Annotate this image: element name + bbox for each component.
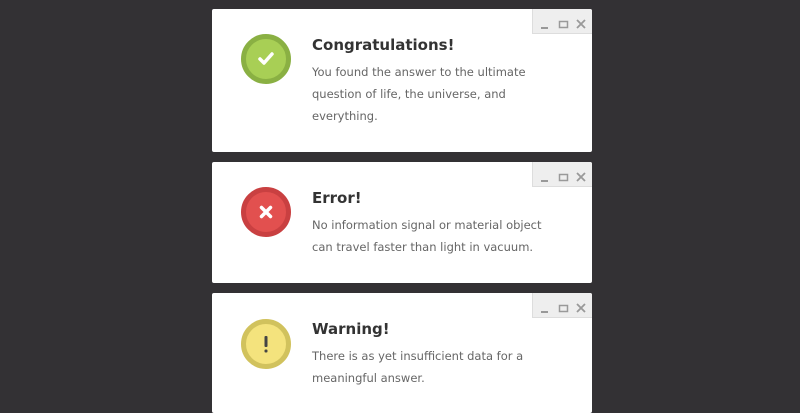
dialog-title: Warning! xyxy=(312,320,390,338)
close-icon[interactable] xyxy=(575,15,587,29)
exclamation-icon xyxy=(241,319,291,369)
dialog-message: You found the answer to the ultimate que… xyxy=(312,65,526,123)
window-controls xyxy=(532,9,592,34)
warning-dialog: Warning! There is as yet insufficient da… xyxy=(212,293,592,413)
checkmark-icon xyxy=(241,34,291,84)
dialog-message: There is as yet insufficient data for a … xyxy=(312,349,524,385)
success-dialog: Congratulations! You found the answer to… xyxy=(212,9,592,152)
minimize-icon[interactable] xyxy=(539,299,551,313)
maximize-icon[interactable] xyxy=(558,15,570,29)
maximize-icon[interactable] xyxy=(558,299,570,313)
dialog-message: No information signal or material object… xyxy=(312,218,542,254)
dialog-title: Error! xyxy=(312,189,362,207)
minimize-icon[interactable] xyxy=(539,15,551,29)
maximize-icon[interactable] xyxy=(558,168,570,182)
close-icon[interactable] xyxy=(575,168,587,182)
minimize-icon[interactable] xyxy=(539,168,551,182)
dialog-title: Congratulations! xyxy=(312,36,455,54)
x-icon xyxy=(241,187,291,237)
window-controls xyxy=(532,293,592,318)
close-icon[interactable] xyxy=(575,299,587,313)
error-dialog: Error! No information signal or material… xyxy=(212,162,592,283)
window-controls xyxy=(532,162,592,187)
